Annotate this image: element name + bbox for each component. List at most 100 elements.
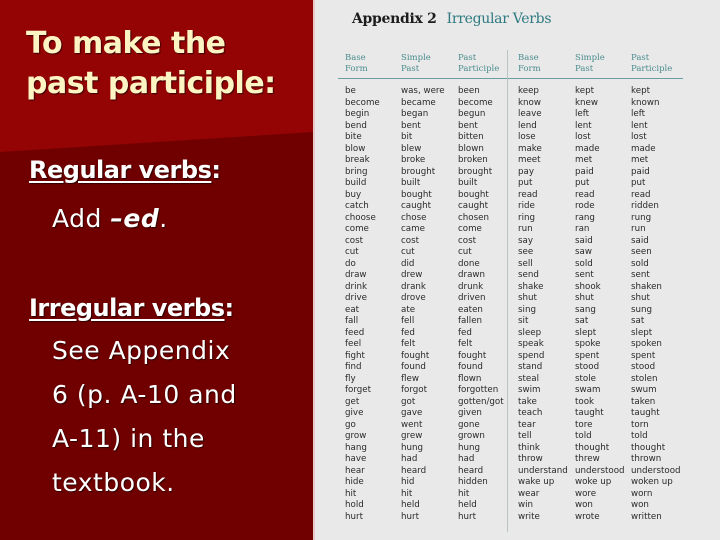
verb-cell: ran <box>575 224 590 234</box>
verb-cell: told <box>575 431 592 441</box>
regular-verbs-label: Regular verbs <box>29 156 212 184</box>
verb-cell: driven <box>458 293 486 303</box>
verb-cell: run <box>518 224 533 234</box>
verb-cell: drive <box>345 293 367 303</box>
verb-cell: bought <box>458 189 489 200</box>
verb-cell: read <box>631 189 651 200</box>
verb-cell: understand <box>518 465 568 476</box>
verb-cell: fallen <box>458 316 483 326</box>
verb-cell: rode <box>575 201 595 211</box>
verb-cell: left <box>575 109 590 119</box>
verb-cell: be <box>345 86 356 96</box>
verb-cell: brought <box>458 166 493 177</box>
verb-cell: think <box>518 442 540 453</box>
verb-cell: tell <box>518 431 532 441</box>
verb-cell: fly <box>345 373 356 384</box>
verb-cell: stolen <box>631 373 658 384</box>
verb-cell: spent <box>631 350 656 361</box>
verb-cell: chosen <box>458 212 489 223</box>
verb-cell: lose <box>518 132 536 142</box>
right-past-participle-column: kept known left lent lost made met paid put read r… <box>631 86 681 523</box>
note-line: A-11) in the <box>52 424 205 453</box>
verb-cell: put <box>631 178 646 188</box>
verb-cell: caught <box>401 201 432 211</box>
verb-cell: held <box>401 500 420 510</box>
verb-cell: blow <box>345 143 366 154</box>
verb-cell: spoken <box>631 339 662 349</box>
verb-cell: sung <box>631 304 653 315</box>
verb-cell: bring <box>345 166 368 177</box>
verb-cell: feel <box>345 339 362 349</box>
verb-cell: tear <box>518 419 536 430</box>
verb-cell: blown <box>458 143 484 154</box>
verb-cell: ridden <box>631 201 659 211</box>
verb-cell: understood <box>575 465 625 476</box>
verb-cell: become <box>345 97 380 108</box>
verb-cell: come <box>345 224 369 234</box>
verb-cell: won <box>631 500 649 510</box>
verb-cell: given <box>458 408 482 418</box>
verb-cell: sent <box>575 270 594 280</box>
verb-cell: find <box>345 362 362 372</box>
verb-cell: seen <box>631 247 652 257</box>
verb-cell: shook <box>575 281 601 292</box>
verb-cell: forgotten <box>458 385 499 395</box>
regular-verbs-rule: Add –ed. <box>52 197 168 241</box>
verb-cell: tore <box>575 419 593 430</box>
verb-cell: said <box>575 235 593 246</box>
verb-cell: swim <box>518 385 541 395</box>
verb-cell: made <box>631 143 656 154</box>
verb-cell: hear <box>345 465 365 476</box>
verb-cell: drew <box>401 270 423 280</box>
verb-cell: grow <box>345 431 367 441</box>
verb-cell: caught <box>458 201 489 211</box>
verb-cell: fed <box>458 327 472 338</box>
verb-cell: speak <box>518 339 544 349</box>
verb-cell: hit <box>458 488 470 499</box>
left-base-form-column: be become begin bend bite blow break bring build… <box>345 86 380 523</box>
column-header-base-form: Base Form <box>345 53 368 74</box>
verb-cell: run <box>631 224 646 234</box>
verb-cell: have <box>345 454 367 464</box>
verb-cell: taken <box>631 396 656 407</box>
verb-cell: keep <box>518 86 539 96</box>
verb-cell: build <box>345 178 367 188</box>
slide-title: To make the past participle: <box>26 26 276 101</box>
verb-cell: get <box>345 396 360 407</box>
ed-suffix: –ed <box>110 204 160 233</box>
regular-verbs-heading: Regular verbs: <box>29 155 221 185</box>
verb-cell: hide <box>345 477 364 487</box>
verb-cell: broken <box>458 155 488 165</box>
verb-cell: met <box>631 155 649 165</box>
verb-cell: read <box>518 189 538 200</box>
verb-cell: hurt <box>401 511 419 522</box>
verb-cell: woken up <box>631 477 673 487</box>
verb-cell: flown <box>458 373 482 384</box>
verb-cell: come <box>458 224 482 234</box>
verb-cell: fed <box>401 327 415 338</box>
verb-cell: cut <box>401 247 415 257</box>
appendix-page-image: Appendix 2 Irregular Verbs Base Form Simp… <box>315 0 720 540</box>
regular-rule-prefix: Add <box>52 204 111 233</box>
verb-cell: spend <box>518 350 545 361</box>
verb-cell: catch <box>345 201 369 211</box>
verb-cell: slept <box>575 327 597 338</box>
verb-cell: made <box>575 143 600 154</box>
verb-cell: threw <box>575 454 600 464</box>
verb-cell: pay <box>518 166 534 177</box>
verb-cell: sell <box>518 258 533 269</box>
verb-cell: took <box>575 396 595 407</box>
verb-cell: worn <box>631 488 653 499</box>
appendix-heading: Appendix 2 Irregular Verbs <box>352 11 552 27</box>
verb-cell: bitten <box>458 132 484 142</box>
verb-cell: win <box>518 500 534 510</box>
verb-cell: woke up <box>575 477 612 487</box>
verb-cell: begun <box>458 109 486 119</box>
verb-cell: hit <box>345 488 357 499</box>
note-line: See Appendix <box>52 336 231 365</box>
verb-cell: shut <box>575 293 594 303</box>
irregular-verbs-note: See Appendix 6 (p. A-10 and A-11) in the… <box>52 329 237 505</box>
verb-cell: swam <box>575 385 601 395</box>
verb-cell: taught <box>631 408 660 418</box>
verb-cell: feed <box>345 327 365 338</box>
